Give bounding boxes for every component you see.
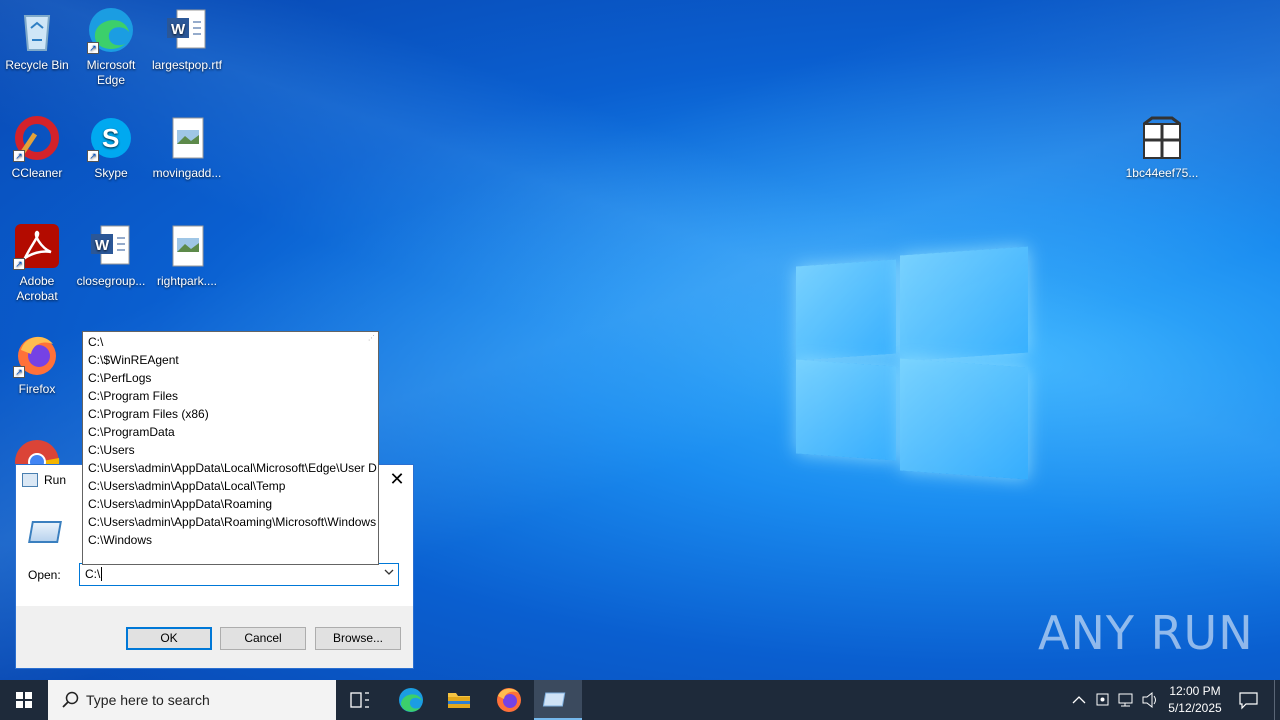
- chevron-down-icon[interactable]: [384, 567, 394, 580]
- edge-icon: ↗: [87, 6, 135, 54]
- run-app-icon: [22, 473, 38, 487]
- autocomplete-item[interactable]: C:\$WinREAgent: [83, 351, 378, 369]
- desktop-icon-label: Skype: [94, 166, 128, 180]
- anyrun-watermark: ANY RUN: [1038, 606, 1254, 660]
- browse-button[interactable]: Browse...: [315, 627, 401, 650]
- svg-text:W: W: [95, 237, 110, 254]
- word-doc-icon: W: [87, 222, 135, 270]
- autocomplete-item[interactable]: C:\Users\admin\AppData\Local\Microsoft\E…: [83, 459, 378, 477]
- ccleaner-icon: ↗: [13, 114, 61, 162]
- desktop-icon-package[interactable]: 1bc44eef75...: [1124, 114, 1200, 181]
- start-button[interactable]: [0, 680, 48, 720]
- autocomplete-list: ⋰ C:\ C:\$WinREAgent C:\PerfLogs C:\Prog…: [82, 331, 379, 565]
- autocomplete-item[interactable]: C:\PerfLogs: [83, 369, 378, 387]
- taskbar-search-box[interactable]: Type here to search: [48, 680, 336, 720]
- firefox-icon: [497, 688, 521, 712]
- package-icon: [1138, 114, 1186, 162]
- device-icon: [1096, 693, 1109, 706]
- word-doc-icon: W: [163, 6, 211, 54]
- autocomplete-item[interactable]: C:\Users: [83, 441, 378, 459]
- desktop-icon-label: closegroup...: [76, 274, 146, 288]
- autocomplete-item[interactable]: C:\: [83, 333, 378, 351]
- svg-text:S: S: [102, 123, 119, 153]
- task-view-button[interactable]: [336, 680, 384, 720]
- taskbar-firefox-button[interactable]: [485, 680, 533, 720]
- resize-grip-icon[interactable]: ⋰: [368, 334, 376, 342]
- clock-date: 5/12/2025: [1168, 701, 1222, 715]
- desktop-icon-label: Recycle Bin: [5, 58, 69, 72]
- desktop-icon-label: rightpark....: [156, 274, 218, 288]
- run-title: Run: [44, 473, 67, 487]
- tray-device-icon[interactable]: [1092, 680, 1114, 720]
- task-view-icon: [350, 692, 369, 708]
- windows-wallpaper-logo: [796, 243, 1028, 480]
- taskbar-edge-button[interactable]: [387, 680, 435, 720]
- autocomplete-item[interactable]: C:\Windows: [83, 531, 378, 549]
- autocomplete-item[interactable]: C:\Users\admin\AppData\Roaming: [83, 495, 378, 513]
- volume-icon: [1142, 691, 1156, 709]
- desktop-icon-recycle-bin[interactable]: Recycle Bin: [0, 6, 74, 73]
- ok-button[interactable]: OK: [126, 627, 212, 650]
- notification-icon: [1239, 692, 1258, 710]
- windows-start-icon: [16, 692, 32, 708]
- show-hidden-icons[interactable]: [1068, 680, 1090, 720]
- taskbar: Type here to search 12:00 PM 5/12/2025: [0, 680, 1280, 720]
- open-combobox[interactable]: C:\: [79, 563, 399, 586]
- desktop-icon-ccleaner[interactable]: ↗ CCleaner: [0, 114, 74, 181]
- desktop-icon-label: movingadd...: [152, 166, 222, 180]
- tray-network-icon[interactable]: [1115, 680, 1137, 720]
- search-placeholder: Type here to search: [86, 692, 210, 708]
- desktop-icon-label: largestpop.rtf: [151, 58, 223, 72]
- tray-volume-icon[interactable]: [1139, 680, 1161, 720]
- image-file-icon: [163, 222, 211, 270]
- folder-icon: [448, 693, 470, 708]
- open-label: Open:: [28, 568, 61, 582]
- autocomplete-item[interactable]: C:\Program Files (x86): [83, 405, 378, 423]
- taskbar-explorer-button[interactable]: [435, 680, 483, 720]
- network-icon: [1118, 693, 1133, 707]
- autocomplete-item[interactable]: C:\Program Files: [83, 387, 378, 405]
- autocomplete-item[interactable]: C:\Users\admin\AppData\Local\Temp: [83, 477, 378, 495]
- skype-icon: S ↗: [87, 114, 135, 162]
- desktop-icon-label: Firefox: [18, 382, 56, 396]
- cancel-button[interactable]: Cancel: [220, 627, 306, 650]
- desktop-icon-skype[interactable]: S ↗ Skype: [74, 114, 148, 181]
- desktop-icon-largestpop[interactable]: W largestpop.rtf: [150, 6, 224, 73]
- close-icon[interactable]: ✕: [381, 465, 413, 495]
- desktop-icon-label: Adobe Acrobat: [16, 274, 58, 303]
- show-desktop-button[interactable]: [1274, 680, 1280, 720]
- run-program-icon: [28, 521, 62, 543]
- run-icon: [542, 692, 566, 707]
- open-input[interactable]: C:\: [85, 567, 100, 581]
- autocomplete-item[interactable]: C:\ProgramData: [83, 423, 378, 441]
- recycle-bin-icon: [13, 6, 61, 54]
- firefox-icon: ↗: [13, 330, 61, 378]
- image-file-icon: [163, 114, 211, 162]
- desktop-icon-label: CCleaner: [11, 166, 63, 180]
- notification-center-button[interactable]: [1234, 680, 1264, 720]
- taskbar-run-button[interactable]: [534, 680, 582, 720]
- desktop-icon-label: Microsoft Edge: [86, 58, 136, 87]
- desktop-icon-edge[interactable]: ↗ Microsoft Edge: [74, 6, 148, 88]
- edge-icon: [399, 688, 423, 712]
- desktop-icon-movingadd[interactable]: movingadd...: [150, 114, 224, 181]
- chevron-up-icon: [1072, 696, 1086, 704]
- clock-time: 12:00 PM: [1169, 684, 1221, 698]
- desktop-icon-label: 1bc44eef75...: [1125, 166, 1199, 180]
- desktop-icon-acrobat[interactable]: ↗ Adobe Acrobat: [0, 222, 74, 304]
- search-icon: [62, 691, 79, 708]
- taskbar-clock[interactable]: 12:00 PM 5/12/2025: [1160, 683, 1230, 717]
- autocomplete-item[interactable]: C:\Users\admin\AppData\Roaming\Microsoft…: [83, 513, 378, 531]
- desktop-icon-rightpark[interactable]: rightpark....: [150, 222, 224, 289]
- acrobat-icon: ↗: [13, 222, 61, 270]
- desktop-icon-closegroup[interactable]: W closegroup...: [74, 222, 148, 289]
- desktop-icon-firefox[interactable]: ↗ Firefox: [0, 330, 74, 397]
- svg-text:W: W: [171, 21, 186, 38]
